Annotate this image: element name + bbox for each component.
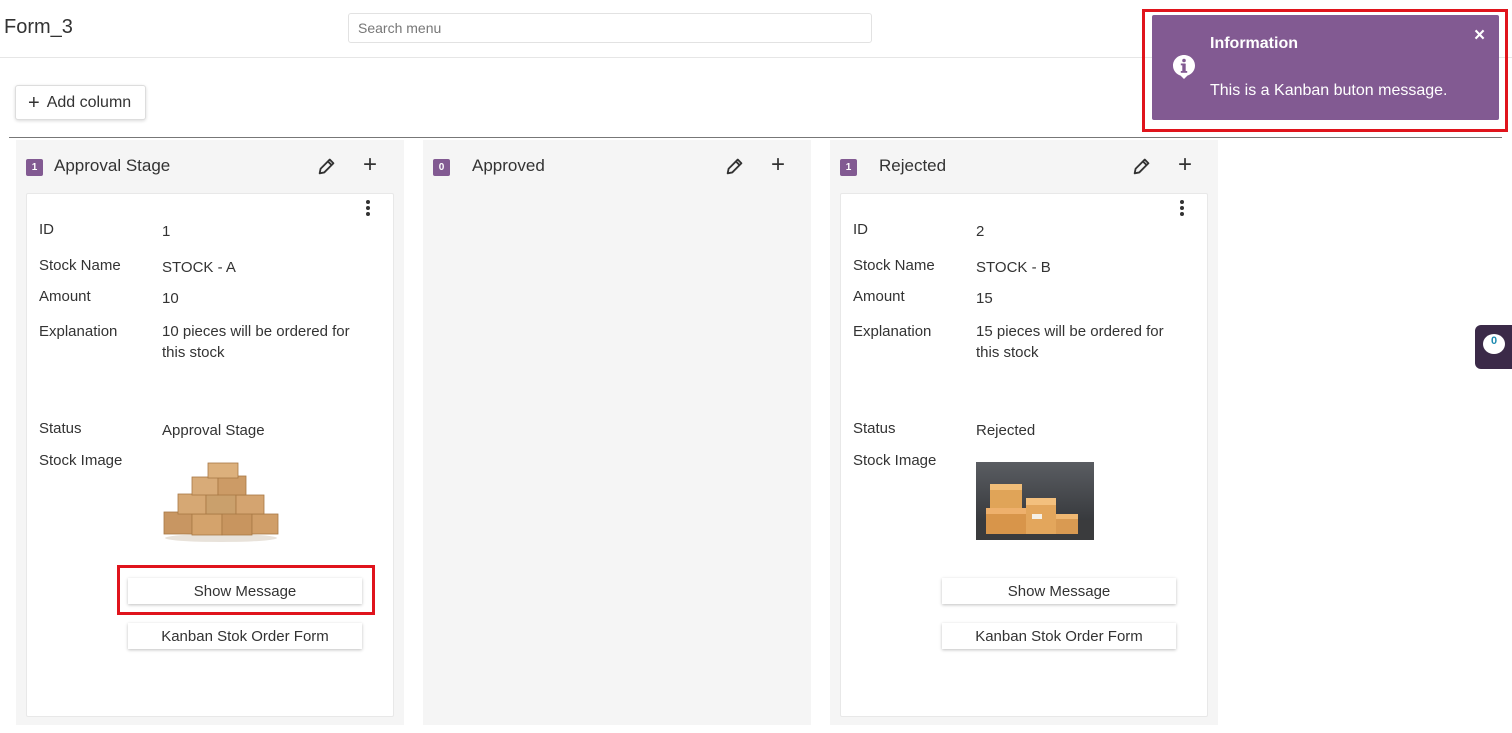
toast-title: Information [1210, 35, 1298, 52]
field-label-stock-image: Stock Image [853, 452, 937, 469]
field-value-status: Rejected [976, 422, 1036, 439]
kanban-card[interactable]: ID 1 Stock Name STOCK - A Amount 10 Expl… [26, 193, 394, 717]
kanban-card[interactable]: ID 2 Stock Name STOCK - B Amount 15 Expl… [840, 193, 1208, 717]
column-count-badge: 1 [26, 159, 43, 176]
add-card-button[interactable]: + [767, 152, 789, 178]
info-icon [1173, 55, 1195, 79]
column-header: 1 Rejected + [830, 140, 1218, 190]
column-header: 0 Approved + [423, 140, 811, 190]
search-input[interactable] [348, 13, 872, 43]
field-value-id: 1 [162, 223, 171, 240]
add-column-button[interactable]: + Add column [15, 85, 146, 120]
add-card-button[interactable]: + [1174, 152, 1196, 178]
stock-image-boxes-pile [163, 462, 279, 542]
column-count-badge: 1 [840, 159, 857, 176]
field-label-amount: Amount [853, 288, 905, 305]
more-vertical-icon[interactable] [361, 198, 375, 218]
field-label-status: Status [853, 420, 896, 437]
kanban-column-approval-stage: 1 Approval Stage + ID 1 Stock Name STOCK… [16, 140, 404, 725]
show-message-button[interactable]: Show Message [942, 578, 1176, 604]
column-title: Rejected [879, 156, 947, 175]
field-label-amount: Amount [39, 288, 91, 305]
kanban-page: Form_3 + Add column 1 Approval Stage + I… [0, 0, 1512, 733]
field-label-stock-name: Stock Name [39, 257, 121, 274]
field-label-explanation: Explanation [853, 323, 932, 340]
pencil-icon[interactable] [316, 155, 338, 177]
field-label-status: Status [39, 420, 82, 437]
pencil-icon[interactable] [724, 155, 746, 177]
stock-image-boxes-photo [976, 462, 1094, 540]
page-title: Form_3 [4, 16, 73, 38]
field-value-explanation: 10 pieces will be ordered for this stock [162, 323, 350, 361]
kanban-stok-order-form-button[interactable]: Kanban Stok Order Form [128, 623, 362, 649]
kanban-column-rejected: 1 Rejected + ID 2 Stock Name STOCK - B A… [830, 140, 1218, 725]
kanban-stok-order-form-button[interactable]: Kanban Stok Order Form [942, 623, 1176, 649]
column-title: Approved [472, 156, 545, 175]
add-card-button[interactable]: + [359, 152, 381, 178]
column-header: 1 Approval Stage + [16, 140, 404, 190]
field-value-amount: 15 [976, 290, 993, 307]
field-label-explanation: Explanation [39, 323, 118, 340]
field-label-stock-image: Stock Image [39, 452, 123, 469]
close-icon[interactable]: × [1474, 25, 1485, 47]
pencil-icon[interactable] [1131, 155, 1153, 177]
field-value-stock-name: STOCK - A [162, 259, 236, 276]
field-value-explanation: 15 pieces will be ordered for this stock [976, 323, 1164, 361]
toast-message: This is a Kanban buton message. [1210, 82, 1448, 99]
field-value-stock-name: STOCK - B [976, 259, 1051, 276]
column-count-badge: 0 [433, 159, 450, 176]
field-label-id: ID [853, 221, 868, 238]
column-title: Approval Stage [54, 156, 171, 175]
field-value-amount: 10 [162, 290, 179, 307]
chat-tab[interactable]: 0 [1475, 325, 1512, 369]
show-message-button[interactable]: Show Message [128, 578, 362, 604]
divider [9, 137, 1502, 138]
more-vertical-icon[interactable] [1175, 198, 1189, 218]
information-toast: Information This is a Kanban buton messa… [1152, 15, 1499, 120]
field-label-id: ID [39, 221, 54, 238]
field-label-stock-name: Stock Name [853, 257, 935, 274]
field-value-status: Approval Stage [162, 422, 265, 439]
field-value-id: 2 [976, 223, 985, 240]
kanban-column-approved: 0 Approved + [423, 140, 811, 725]
add-column-label: Add column [46, 93, 132, 111]
plus-icon: + [28, 91, 40, 114]
chat-count: 0 [1490, 335, 1498, 347]
